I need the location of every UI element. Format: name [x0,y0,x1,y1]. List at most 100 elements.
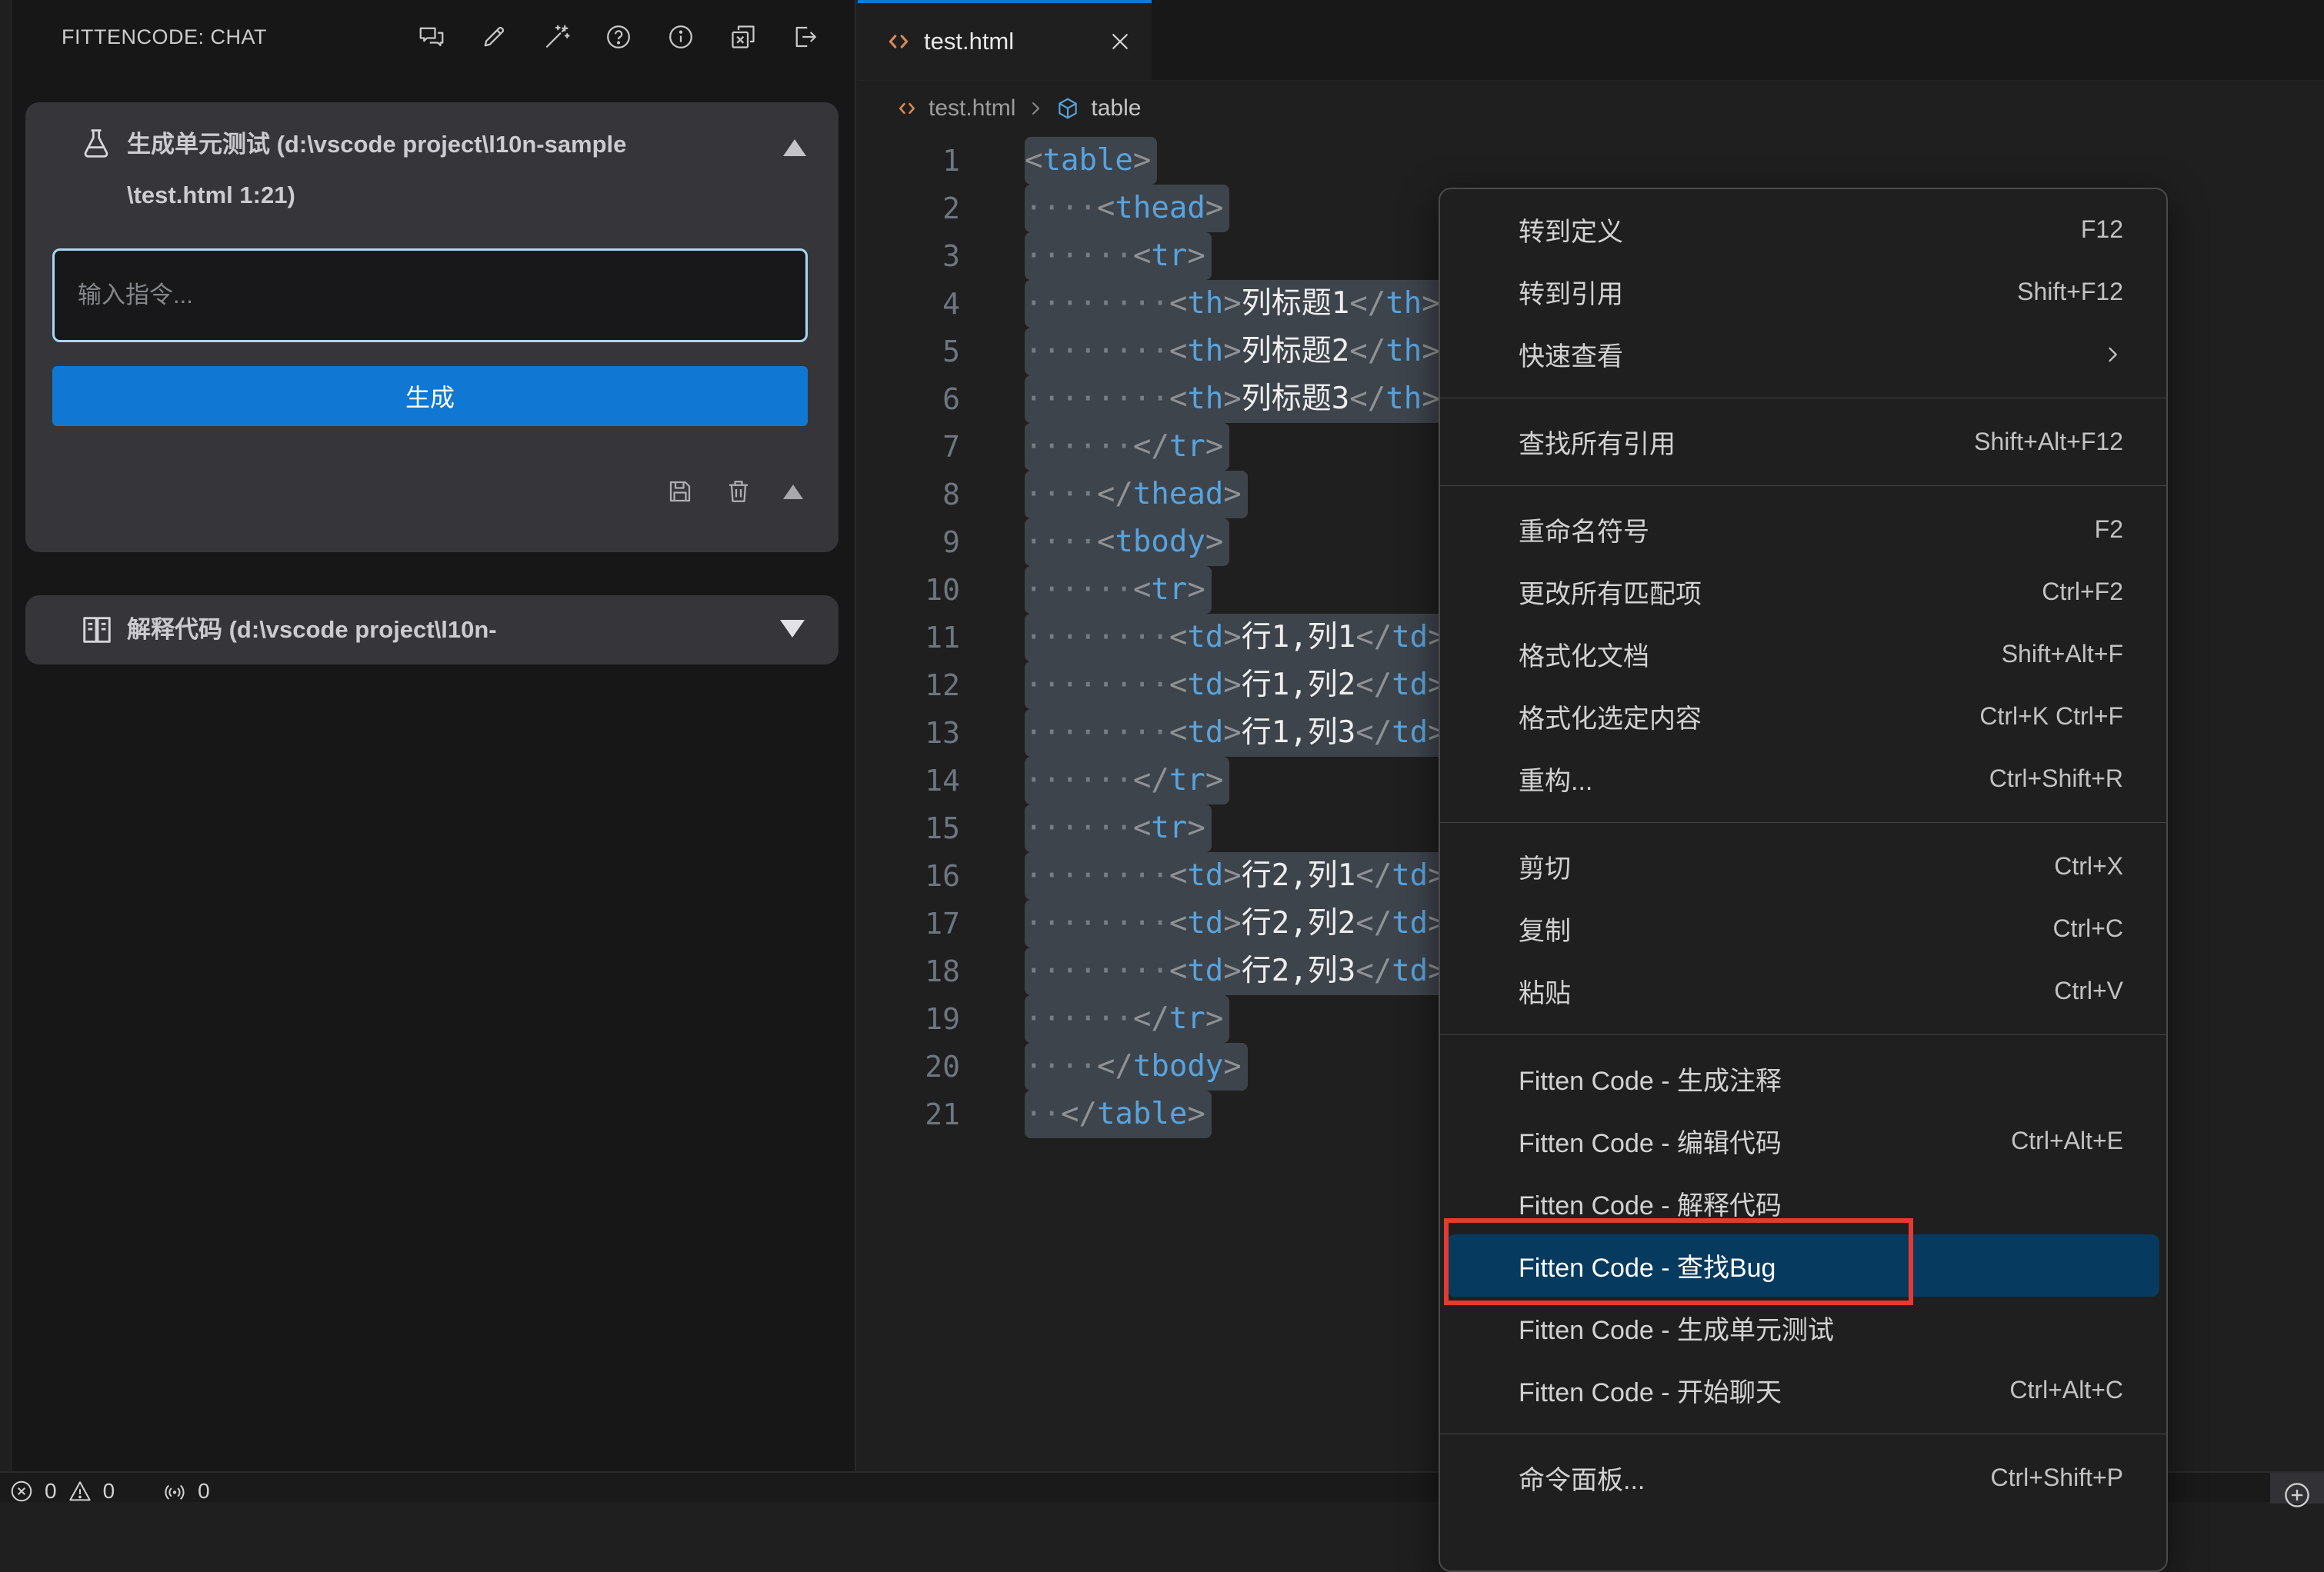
menu-item[interactable]: 转到引用 Shift+F12 [1440,261,2166,323]
expand-card-icon[interactable] [780,620,805,638]
close-window-icon[interactable] [729,23,757,51]
menu-item-shortcut: Shift+F12 [2017,278,2123,306]
code-text: ····<thead> [1025,185,1229,232]
collapse-card-icon[interactable] [783,139,806,156]
code-text: ····</thead> [1025,471,1248,518]
magic-wand-icon[interactable] [542,23,570,51]
card-title-line1: 生成单元测试 (d:\vscode project\l10n-sample [127,119,746,170]
submenu-chevron-icon [2102,344,2123,365]
menu-item[interactable]: 转到定义F12 [1440,198,2166,261]
panel-toolbar [418,0,819,74]
menu-item-label: 重命名符号 [1519,511,1649,548]
menu-item[interactable]: 快速查看 [1440,323,2166,385]
sign-out-icon[interactable] [792,23,819,51]
code-text: ········<td>行2,列1</td> [1025,852,1452,900]
menu-item[interactable]: 剪切Ctrl+X [1440,835,2166,898]
html-file-icon [896,98,918,119]
menu-item-label: Fitten Code - 编辑代码 [1519,1122,1782,1160]
line-number: 19 [858,995,960,1043]
panel-left-edge [0,0,12,1471]
book-icon [79,612,115,648]
menu-item[interactable]: 重构...Ctrl+Shift+R [1440,748,2166,810]
breadcrumb-file[interactable]: test.html [929,95,1015,122]
line-number: 21 [858,1091,960,1138]
line-number: 18 [858,948,960,995]
line-number: 3 [858,232,960,280]
line-number: 4 [858,280,960,328]
menu-item-shortcut: Ctrl+Alt+E [2011,1127,2123,1155]
menu-item-label: 复制 [1519,910,1571,948]
editor-context-menu: 转到定义F12 转到引用 Shift+F12 快速查看查找所有引用Shift+Alt+… [1439,188,2168,1572]
line-number: 1 [858,137,960,185]
breadcrumb: test.html table [858,80,1141,137]
menu-item-label: Fitten Code - 开始聊天 [1519,1371,1782,1409]
collapse-up-icon[interactable] [783,485,803,499]
save-icon[interactable] [666,478,694,505]
comment-discussion-icon[interactable] [418,23,445,51]
card-title-line2: \test.html 1:21) [127,170,746,221]
menu-separator [1440,1034,2166,1035]
line-number: 9 [858,518,960,566]
menu-item[interactable]: Fitten Code - 编辑代码 Ctrl+Alt+E [1440,1110,2166,1172]
input-placeholder: 输入指令... [55,251,805,340]
menu-item[interactable]: Fitten Code - 生成单元测试 [1440,1297,2166,1359]
menu-item[interactable]: Fitten Code - 开始聊天Ctrl+Alt+C [1440,1359,2166,1421]
edit-icon[interactable] [480,23,508,51]
menu-item[interactable]: 更改所有匹配项Ctrl+F2 [1440,561,2166,623]
line-number: 16 [858,852,960,900]
trash-icon[interactable] [725,478,752,505]
info-icon[interactable] [667,23,695,51]
menu-item[interactable]: 格式化文档Shift+Alt+F [1440,623,2166,685]
beaker-icon [79,127,113,161]
menu-item[interactable]: 查找所有引用Shift+Alt+F12 [1440,411,2166,473]
warning-icon [68,1479,92,1504]
code-text: ········<th>列标题3</th> [1025,375,1446,423]
code-text: ········<th>列标题2</th> [1025,328,1446,375]
menu-item[interactable]: 重命名符号F2 [1440,498,2166,561]
instruction-input[interactable]: 输入指令... [52,248,808,342]
menu-item[interactable]: 命令面板...Ctrl+Shift+P [1440,1447,2166,1509]
code-text: ······</tr> [1025,995,1229,1043]
menu-item[interactable]: 复制Ctrl+C [1440,898,2166,960]
code-text: ······<tr> [1025,232,1212,280]
code-text: ········<th>列标题1</th> [1025,280,1446,328]
tab-test-html[interactable]: test.html [858,0,1152,80]
error-icon [9,1479,34,1504]
card-title[interactable]: 生成单元测试 (d:\vscode project\l10n-sample \t… [127,119,746,221]
html-file-icon [885,28,912,55]
ports-count: 0 [198,1479,210,1504]
menu-item-label: Fitten Code - 生成注释 [1519,1060,1782,1097]
menu-item-label: 快速查看 [1519,335,1623,373]
generate-unit-test-card: 生成单元测试 (d:\vscode project\l10n-sample \t… [25,102,839,552]
code-text: ······</tr> [1025,757,1229,804]
menu-item-label: 转到引用 [1519,273,1623,311]
code-text: ········<td>行1,列1</td> [1025,614,1452,661]
menu-item[interactable]: Fitten Code - 生成注释 [1440,1047,2166,1110]
code-line[interactable]: 1<table> [858,137,2324,185]
breadcrumb-symbol[interactable]: table [1091,95,1141,122]
menu-separator [1440,822,2166,823]
close-tab-icon[interactable] [1109,30,1132,53]
menu-item-label: 粘贴 [1519,972,1571,1010]
card-title: 解释代码 (d:\vscode project\l10n- [127,595,754,664]
line-number: 5 [858,328,960,375]
menu-item[interactable]: 格式化选定内容Ctrl+K Ctrl+F [1440,685,2166,748]
line-number: 11 [858,614,960,661]
tab-bar: test.html [858,0,2324,81]
add-button[interactable] [2270,1473,2324,1504]
menu-item[interactable]: 粘贴Ctrl+V [1440,960,2166,1022]
problems-status[interactable]: 0 0 0 [9,1479,210,1504]
line-number: 7 [858,423,960,471]
card-actions [666,478,803,505]
tab-label: test.html [924,28,1014,55]
explain-code-card[interactable]: 解释代码 (d:\vscode project\l10n- [25,595,839,664]
code-text: ········<td>行1,列2</td> [1025,661,1452,709]
menu-item-label: 格式化文档 [1519,635,1649,673]
panel-title: FITTENCODE: CHAT [62,0,267,74]
menu-item-shortcut: Shift+Alt+F12 [1974,428,2123,456]
line-number: 8 [858,471,960,518]
line-number: 2 [858,185,960,232]
question-icon[interactable] [605,23,632,51]
generate-button[interactable]: 生成 [52,366,808,426]
chevron-right-icon [1026,99,1045,118]
